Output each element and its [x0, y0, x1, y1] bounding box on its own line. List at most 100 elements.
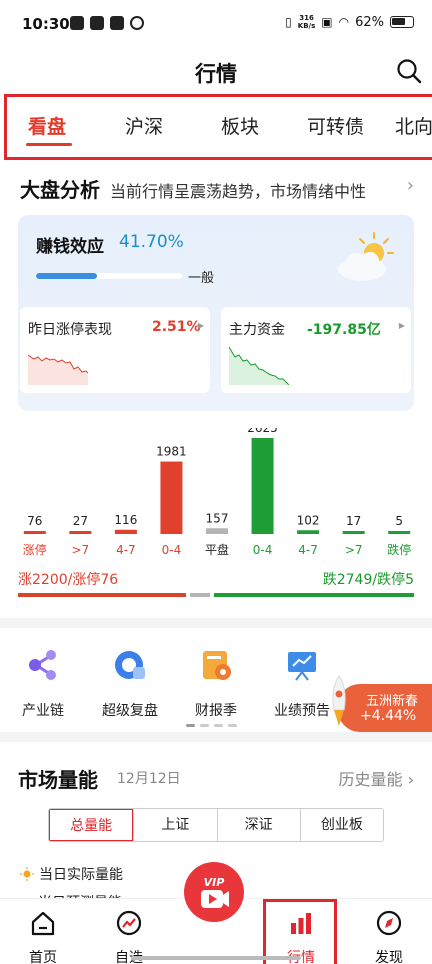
- stock-promo-badge[interactable]: 五洲新春 +4.44%: [332, 675, 432, 732]
- bar-gt7-up: [69, 531, 92, 534]
- main-funds-sparkline: [229, 346, 289, 385]
- bar-label-4to7-down: 4-7: [298, 543, 318, 557]
- caret-right-icon: ▶: [197, 321, 204, 330]
- bar-0to4-up: [160, 461, 183, 534]
- notification-icons: [70, 16, 144, 30]
- sim-icon: ▣: [321, 15, 333, 29]
- bar-value-4to7-down: 102: [297, 513, 320, 527]
- rise-ratio-bar: [18, 593, 186, 597]
- network-speed-unit: KB/s: [297, 22, 316, 30]
- caret-right-icon: ▶: [398, 321, 405, 330]
- money-effect-value: 41.70%: [119, 232, 184, 252]
- discover-icon: [376, 910, 402, 936]
- rocket-icon: [332, 675, 346, 726]
- nav-home-label: 首页: [29, 950, 57, 964]
- bar-label-limit-down: 跌停: [387, 542, 411, 557]
- chevron-right-icon: ›: [407, 770, 414, 789]
- segment-chinext[interactable]: 创业板: [299, 809, 383, 841]
- rise-count: 涨2200/涨停76: [18, 572, 119, 588]
- bar-label-0to4-up: 0-4: [162, 543, 182, 557]
- entry-industry-chain[interactable]: 产业链: [3, 648, 83, 720]
- money-effect-bar: [36, 273, 182, 279]
- tab-convertible-bonds[interactable]: 可转债: [307, 112, 364, 139]
- link-icon: [130, 16, 144, 30]
- tab-active-underline: [26, 143, 72, 146]
- search-icon[interactable]: [396, 58, 422, 84]
- market-volume-date: 12月12日: [117, 771, 181, 787]
- main-funds-label: 主力资金: [229, 322, 285, 338]
- chain-icon: [29, 650, 56, 680]
- promo-stock-name: 五洲新春: [366, 694, 419, 709]
- entry-super-replay[interactable]: 超级复盘: [90, 648, 170, 720]
- legend-actual-label: 当日实际量能: [39, 867, 123, 883]
- money-effect-bar-fill: [36, 273, 97, 279]
- page-title: 行情: [195, 62, 237, 86]
- rise-fall-distribution-chart[interactable]: 76 涨停 27 >7 116 4-7 1981 0-4 157 平盘 2625 0-4 102 4-7 1…: [12, 428, 422, 568]
- money-effect-panel[interactable]: 赚钱效应 41.70% 一般 昨日涨停表现 2.51% ▶ 主力资金 -197.…: [18, 215, 414, 411]
- nav-discover[interactable]: 发现: [354, 909, 424, 964]
- bar-label-0to4-down: 0-4: [253, 543, 273, 557]
- market-analysis-title[interactable]: 大盘分析: [20, 174, 100, 203]
- sun-icon: [20, 867, 34, 881]
- network-speed: 316 KB/s: [298, 14, 315, 30]
- market-icon: [291, 913, 311, 934]
- market-analysis-card: 大盘分析 当前行情呈震荡趋势，市场情绪中性 › 赚钱效应 41.70% 一般 昨…: [0, 162, 432, 618]
- market-analysis-summary[interactable]: 当前行情呈震荡趋势，市场情绪中性: [110, 178, 366, 202]
- home-indicator: [131, 956, 301, 960]
- tab-watch[interactable]: 看盘: [28, 112, 66, 139]
- page-dot: [200, 724, 209, 727]
- limit-up-performance-card[interactable]: 昨日涨停表现 2.51% ▶: [20, 307, 210, 393]
- battery-percent: 62%: [355, 14, 384, 30]
- bar-label-gt7-up: >7: [71, 543, 89, 557]
- network-speed-value: 316: [299, 14, 314, 22]
- market-page: 10:30 ▯ 316 KB/s ▣ ◠ 62% 行情 看盘 沪深 板块 可转债…: [0, 0, 432, 964]
- market-tabs: 看盘 沪深 板块 可转债 北向: [0, 92, 432, 162]
- svg-text:VIP: VIP: [204, 876, 225, 889]
- bar-value-4to7-up: 116: [114, 513, 137, 527]
- nav-home[interactable]: 首页: [8, 909, 78, 964]
- vip-icon: VIP: [201, 876, 229, 908]
- replay-icon: [115, 651, 145, 679]
- tab-northbound[interactable]: 北向: [395, 112, 432, 139]
- tiktok-icon: [70, 16, 84, 30]
- bar-4to7-down: [297, 530, 320, 534]
- legend-actual-volume: 当日实际量能: [20, 864, 123, 884]
- page-indicator: [186, 724, 237, 727]
- quick-entry-row: 产业链 超级复盘 财报季 业绩预告 五洲新春 +4.44%: [0, 628, 432, 732]
- entry-industry-chain-label: 产业链: [22, 703, 64, 719]
- limit-up-label: 昨日涨停表现: [28, 322, 112, 338]
- watchlist-icon: [116, 910, 142, 936]
- mail-icon: [90, 16, 104, 30]
- tab-shanghai-shenzhen[interactable]: 沪深: [125, 112, 163, 139]
- bar-flat: [206, 528, 228, 534]
- wifi-icon: ◠: [338, 15, 350, 29]
- tabs-highlight-frame: [4, 94, 432, 160]
- app-header: 行情: [0, 52, 432, 92]
- fall-count: 跌2749/跌停5: [322, 572, 414, 588]
- bar-value-gt7-up: 27: [73, 514, 88, 528]
- segment-shanghai[interactable]: 上证: [133, 809, 216, 841]
- status-right: ▯ 316 KB/s ▣ ◠ 62%: [285, 14, 414, 30]
- entry-super-replay-label: 超级复盘: [102, 703, 158, 719]
- main-funds-card[interactable]: 主力资金 -197.85亿 ▶: [221, 307, 411, 393]
- segment-total[interactable]: 总量能: [49, 809, 134, 841]
- vip-button[interactable]: VIP: [184, 862, 244, 922]
- promo-stock-change: +4.44%: [360, 708, 417, 724]
- chevron-right-icon[interactable]: ›: [407, 175, 414, 196]
- volume-segment-control: 总量能 上证 深证 创业板: [48, 808, 384, 842]
- history-volume-link[interactable]: 历史量能 ›: [338, 766, 414, 790]
- bar-value-gt7-down: 17: [346, 514, 361, 528]
- segment-shenzhen[interactable]: 深证: [216, 809, 300, 841]
- tab-sectors[interactable]: 板块: [221, 112, 259, 139]
- bar-value-flat: 157: [206, 511, 229, 525]
- main-funds-value: -197.85亿: [307, 322, 381, 338]
- flat-ratio-bar: [190, 593, 210, 597]
- limit-up-sparkline: [28, 354, 88, 385]
- entry-earnings-season[interactable]: 财报季: [176, 648, 256, 720]
- market-volume-title: 市场量能: [18, 768, 98, 792]
- vibrate-icon: ▯: [285, 15, 292, 29]
- wallet-icon: [110, 16, 124, 30]
- home-icon: [31, 911, 55, 936]
- bar-value-0to4-down: 2625: [247, 428, 278, 435]
- bar-label-limit-up: 涨停: [23, 542, 47, 557]
